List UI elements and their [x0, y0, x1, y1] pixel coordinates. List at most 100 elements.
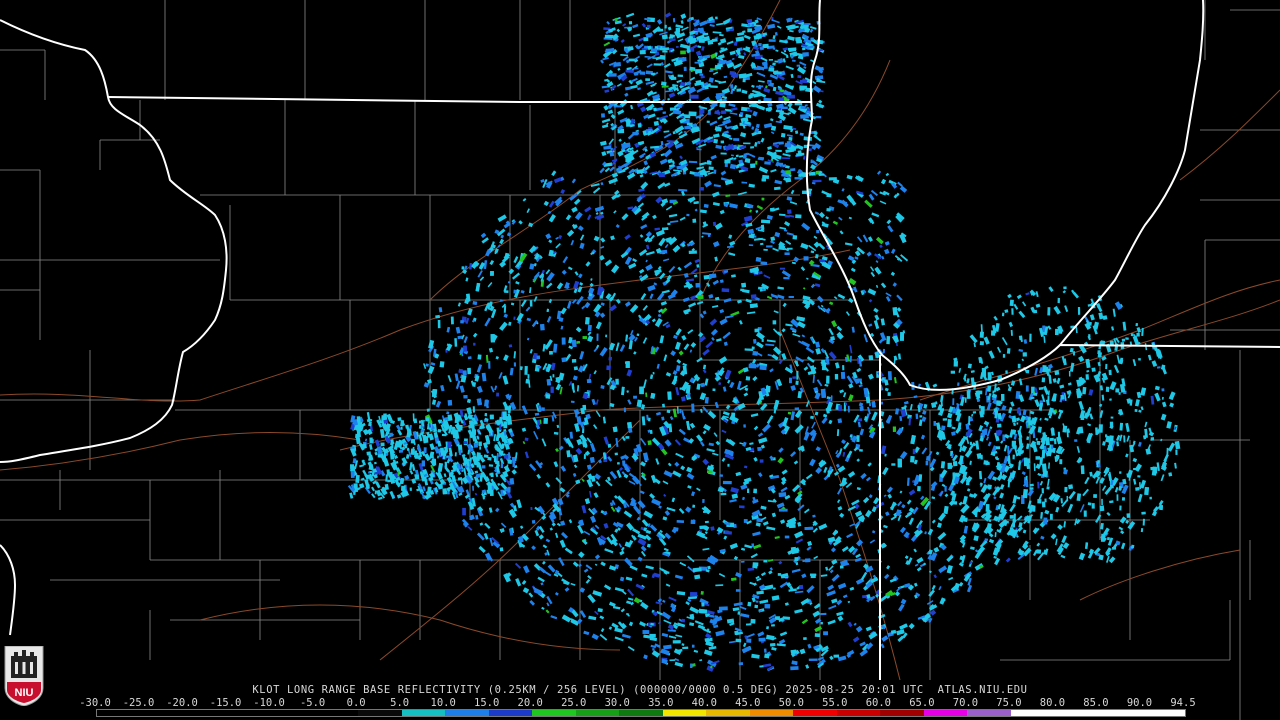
radar-echo: [525, 378, 530, 384]
radar-echo: [686, 213, 690, 217]
radar-echo: [772, 47, 776, 50]
radar-echo: [712, 221, 717, 227]
radar-echo: [437, 429, 442, 433]
radar-echo: [761, 197, 765, 201]
radar-echo: [1012, 518, 1016, 528]
radar-echo: [805, 558, 811, 563]
radar-echo: [513, 362, 516, 367]
radar-echo: [957, 382, 960, 386]
radar-echo: [810, 573, 817, 576]
radar-echo: [743, 424, 746, 428]
radar-echo: [660, 140, 664, 146]
radar-echo: [747, 488, 750, 493]
radar-echo: [731, 577, 737, 581]
radar-echo: [744, 348, 754, 351]
radar-echo: [459, 425, 463, 431]
radar-echo: [633, 395, 637, 399]
radar-echo: [529, 300, 533, 307]
radar-echo: [778, 97, 785, 102]
radar-echo: [513, 289, 517, 294]
radar-echo: [612, 426, 618, 433]
radar-echo: [527, 374, 530, 379]
radar-echo: [683, 66, 687, 71]
radar-echo: [797, 75, 802, 79]
radar-echo: [751, 23, 755, 27]
radar-echo: [719, 60, 723, 64]
radar-echo: [662, 227, 669, 231]
radar-echo: [546, 379, 551, 386]
radar-echo: [350, 470, 355, 478]
radar-echo: [940, 425, 946, 431]
radar-echo: [933, 421, 936, 426]
radar-echo: [721, 110, 727, 114]
radar-echo: [744, 465, 748, 469]
radar-echo: [440, 447, 445, 456]
radar-echo: [697, 294, 704, 300]
radar-echo: [796, 370, 799, 380]
radar-echo: [1029, 483, 1034, 487]
radar-echo: [722, 480, 732, 485]
radar-echo: [823, 631, 828, 636]
radar-echo: [692, 218, 697, 223]
radar-echo: [561, 357, 567, 363]
radar-echo: [545, 394, 551, 399]
radar-echo: [1016, 408, 1021, 414]
radar-echo: [653, 120, 660, 127]
radar-echo: [401, 485, 406, 492]
radar-echo: [487, 302, 490, 310]
radar-echo: [761, 224, 765, 230]
radar-echo: [657, 45, 661, 49]
radar-echo: [499, 547, 504, 552]
radar-echo: [802, 47, 806, 51]
radar-echo: [707, 470, 713, 474]
radar-echo: [647, 127, 653, 130]
radar-echo: [736, 88, 742, 92]
radar-echo: [758, 43, 762, 47]
radar-echo: [651, 72, 656, 76]
radar-echo: [487, 456, 492, 461]
radar-echo: [810, 159, 813, 164]
radar-echo: [775, 149, 782, 153]
radar-echo: [897, 458, 902, 468]
radar-echo: [737, 611, 741, 615]
radar-echo: [652, 648, 655, 651]
radar-echo: [799, 584, 804, 590]
radar-echo: [646, 24, 651, 29]
radar-echo: [676, 46, 679, 48]
radar-echo: [802, 52, 809, 57]
radar-echo: [608, 73, 617, 77]
radar-echo: [488, 361, 491, 369]
radar-echo: [820, 388, 827, 398]
radar-echo: [460, 478, 463, 485]
radar-echo: [702, 32, 709, 36]
radar-echo: [662, 403, 665, 408]
radar-echo: [718, 606, 728, 611]
radar-echo: [606, 365, 611, 371]
radar-echo: [887, 371, 892, 381]
radar-echo: [672, 131, 676, 135]
radar-echo: [915, 413, 919, 420]
radar-echo: [868, 402, 872, 407]
radar-echo: [600, 385, 605, 389]
radar-echo: [636, 333, 640, 336]
radar-echo: [787, 411, 792, 415]
radar-echo: [795, 36, 802, 42]
radar-echo: [507, 459, 513, 464]
radar-echo: [704, 396, 709, 404]
radar-echo: [757, 140, 761, 145]
radar-echo: [710, 526, 715, 531]
radar-echo: [667, 222, 671, 226]
radar-echo: [795, 380, 799, 385]
radar-echo: [488, 464, 494, 467]
radar-echo: [586, 378, 592, 384]
radar-echo: [842, 365, 845, 371]
radar-echo: [672, 18, 676, 23]
radar-echo: [677, 74, 683, 77]
radar-echo: [762, 174, 770, 179]
radar-echo: [839, 565, 844, 569]
radar-echo: [887, 392, 891, 396]
radar-echo: [761, 219, 771, 224]
radar-echo: [802, 190, 812, 194]
radar-echo: [414, 452, 419, 459]
radar-echo: [707, 565, 711, 570]
